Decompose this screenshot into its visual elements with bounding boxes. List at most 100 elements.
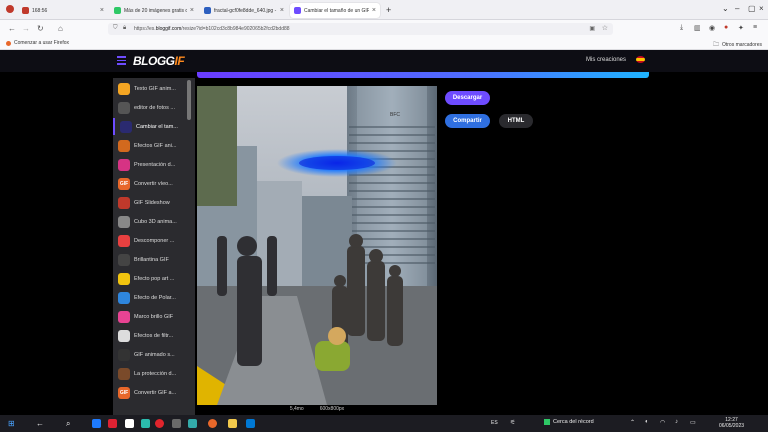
site-header: BLOGGIF Mis creaciones xyxy=(0,50,768,72)
sidebar-tool-item[interactable]: editor de fotos ... xyxy=(113,99,185,116)
sidebar-tool-item[interactable]: GIF Slideshow xyxy=(113,194,185,211)
browser-tab[interactable]: fractal-gcf0fe8dde_640.jpg - Ch × xyxy=(200,3,288,18)
sidebar-tool-label: Convertir víeo... xyxy=(134,180,173,187)
close-window-icon[interactable]: × xyxy=(759,4,764,13)
hamburger-menu-icon[interactable] xyxy=(117,56,126,65)
share-button[interactable]: Compartir xyxy=(445,114,490,128)
sidebar-tool-item[interactable]: Presentación d... xyxy=(113,156,185,173)
tool-thumbnail-icon xyxy=(118,310,130,323)
wifi-icon[interactable]: ◠ xyxy=(660,419,665,426)
chart-up-icon xyxy=(544,419,550,425)
back-arrow-icon[interactable]: ← xyxy=(36,419,44,428)
search-icon[interactable]: ⌕ xyxy=(66,419,70,429)
html-button[interactable]: HTML xyxy=(499,114,533,128)
edge-app-icon[interactable] xyxy=(92,419,101,428)
site-logo[interactable]: BLOGGIF xyxy=(133,54,185,68)
sidebar-tool-item[interactable]: Cubo 3D anima... xyxy=(113,213,185,230)
app-icon[interactable] xyxy=(188,419,197,428)
forward-icon[interactable]: → xyxy=(22,24,30,33)
tool-thumbnail-icon xyxy=(118,348,130,361)
extension-icon[interactable]: ● xyxy=(724,24,728,31)
address-bar[interactable]: ⛉ 🔒︎ https://es.bloggif.com/resize?id=b1… xyxy=(108,23,613,35)
sidebar-tool-item[interactable]: Brillantina GIF xyxy=(113,251,185,268)
sidebar-tool-item[interactable]: Efectos GIF ani... xyxy=(113,137,185,154)
news-widget[interactable]: Cerca del récord xyxy=(544,419,594,425)
sidebar-tool-item[interactable]: GIF Convertir GIF a... xyxy=(113,384,185,401)
download-button[interactable]: Descargar xyxy=(445,91,490,105)
building-window-row xyxy=(349,190,435,192)
library-icon[interactable]: ▥ xyxy=(694,24,701,32)
building-window-row xyxy=(349,222,435,224)
sidebar-tool-item[interactable]: Efectos de filtr... xyxy=(113,327,185,344)
firefox-taskbar-icon[interactable] xyxy=(208,419,217,428)
battery-icon[interactable]: ▭ xyxy=(690,419,696,426)
browser-tab-bar: 168:56 × Más de 20 imágenes gratis de Vo… xyxy=(0,0,768,20)
tool-thumbnail-icon xyxy=(118,329,130,342)
my-creations-link[interactable]: Mis creaciones xyxy=(586,57,626,63)
sidebar-tool-item[interactable]: Texto GIF anim... xyxy=(113,80,185,97)
sidebar-tool-item[interactable]: Cambiar el tam... xyxy=(113,118,185,135)
sidebar-tool-item[interactable]: Descomponer ... xyxy=(113,232,185,249)
spain-flag-icon[interactable] xyxy=(636,56,645,63)
gif-preview-image: BFC xyxy=(197,86,437,405)
sidebar-scrollbar[interactable] xyxy=(187,80,191,120)
bookmark-star-icon[interactable]: ☆ xyxy=(602,24,608,32)
home-icon[interactable]: ⌂ xyxy=(58,24,63,33)
back-icon[interactable]: ← xyxy=(8,24,16,33)
browser-tab[interactable]: 168:56 × xyxy=(18,3,108,18)
lock-icon[interactable]: 🔒︎ xyxy=(123,25,126,32)
app-icon[interactable] xyxy=(108,419,117,428)
building-window-row xyxy=(349,126,435,128)
language-indicator[interactable]: ES xyxy=(491,420,498,426)
sidebar-tool-item[interactable]: GIF animado s... xyxy=(113,346,185,363)
browser-tab-active[interactable]: Cambiar el tamaño de un GIF - Bl × xyxy=(290,3,380,18)
sidebar-tool-label: GIF animado s... xyxy=(134,351,175,358)
account-icon[interactable]: ◉ xyxy=(709,24,715,32)
tray-icon[interactable]: ◐ xyxy=(645,419,649,425)
sidebar-tool-item[interactable]: Marco brillo GIF xyxy=(113,308,185,325)
sidebar-tool-item[interactable]: Efecto pop art ... xyxy=(113,270,185,287)
mail-icon[interactable] xyxy=(246,419,255,428)
tray-overflow-icon[interactable]: ⌃ xyxy=(630,419,635,426)
app-icon[interactable] xyxy=(125,419,134,428)
sidebar-tool-item[interactable]: Efecto de Polar... xyxy=(113,289,185,306)
tool-thumbnail-icon xyxy=(118,272,130,285)
news-text: Cerca del récord xyxy=(553,419,594,425)
new-tab-button[interactable]: + xyxy=(386,5,391,15)
close-tab-icon[interactable]: × xyxy=(372,7,376,14)
network-icon[interactable]: ⚟ xyxy=(510,419,515,426)
sidebar-tool-label: Descomponer ... xyxy=(134,237,175,244)
shield-icon[interactable]: ⛉ xyxy=(113,25,118,32)
bookmark-label: Comenzar a usar Firefox xyxy=(14,40,70,46)
browser-tab[interactable]: Más de 20 imágenes gratis de Vortex y Po… xyxy=(110,3,198,18)
extensions-icon[interactable]: ✦ xyxy=(738,24,744,32)
close-tab-icon[interactable]: × xyxy=(190,7,194,14)
calculator-icon[interactable] xyxy=(172,419,181,428)
sidebar-tool-item[interactable]: La protección d... xyxy=(113,365,185,382)
bookmark-getting-started[interactable]: Comenzar a usar Firefox xyxy=(6,40,69,46)
preview-scene: BFC xyxy=(197,86,437,405)
windows-start-icon[interactable]: ⊞ xyxy=(8,419,15,428)
volume-icon[interactable]: ♪ xyxy=(675,419,678,425)
close-tab-icon[interactable]: × xyxy=(100,7,104,14)
other-bookmarks[interactable]: 🗀 Otros marcadores xyxy=(713,40,762,50)
sidebar-tool-item[interactable]: GIF Convertir víeo... xyxy=(113,175,185,192)
minimize-icon[interactable]: – xyxy=(735,4,739,13)
sidebar-tool-label: La protección d... xyxy=(134,370,177,377)
firefox-view-icon[interactable] xyxy=(6,5,14,13)
tab-list-icon[interactable]: ⌄ xyxy=(722,4,729,13)
tool-thumbnail-icon xyxy=(118,139,130,152)
app-icon[interactable] xyxy=(141,419,150,428)
file-explorer-icon[interactable] xyxy=(228,419,237,428)
clock-date: 06/05/2023 xyxy=(719,423,745,429)
opera-icon[interactable] xyxy=(155,419,164,428)
page-action-icon[interactable]: ▣ xyxy=(589,25,595,32)
clock[interactable]: 12:27 06/05/2023 xyxy=(719,417,744,429)
sidebar-tool-label: Cubo 3D anima... xyxy=(134,218,177,225)
close-tab-icon[interactable]: × xyxy=(280,7,284,14)
tool-thumbnail-icon xyxy=(118,367,130,380)
downloads-icon[interactable]: ⤓ xyxy=(680,24,683,32)
menu-icon[interactable]: ≡ xyxy=(753,24,757,31)
maximize-icon[interactable]: ▢ xyxy=(748,4,756,13)
reload-icon[interactable]: ↻ xyxy=(37,24,44,33)
